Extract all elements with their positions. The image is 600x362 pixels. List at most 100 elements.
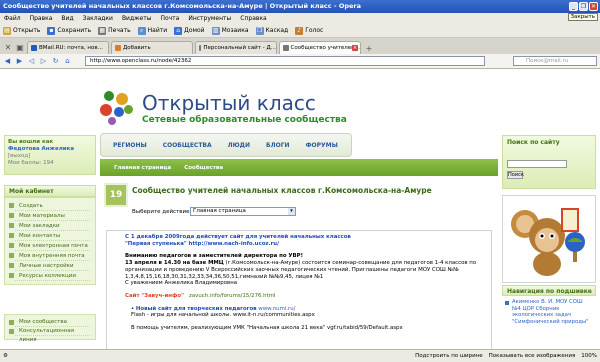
tile-icon: ▥ [211, 26, 220, 35]
reload-icon[interactable]: ↻ [51, 57, 60, 66]
zavuch-title: Сайт "Завуч-инфо" [125, 292, 184, 299]
logo-subtitle: Сетевые образовательные сообщества [142, 115, 347, 125]
nav-forums[interactable]: ФОРУМЫ [306, 142, 338, 149]
menu-tools[interactable]: Инструменты [188, 13, 231, 24]
save-icon: ▪ [47, 26, 56, 35]
print-label: Печать [108, 27, 131, 34]
article-line: Сайт "Завуч-инфо" zavuch.info/forums/15/… [125, 293, 485, 300]
window-controls: _ ❐ ✕ [569, 2, 598, 11]
menu-my-contacts[interactable]: Мои контакты [9, 231, 90, 241]
fast-forward-icon[interactable]: ▷ [39, 57, 48, 66]
subnav-home[interactable]: Главная страница [114, 165, 171, 171]
url-field[interactable]: http://www.openclass.ru/node/42362 [85, 56, 485, 66]
menu-mail[interactable]: Почта [160, 13, 179, 24]
window-title: Сообщество учителей начальных классов г.… [3, 2, 361, 10]
restore-button[interactable]: ❐ [579, 2, 588, 11]
tab-label: Добавить [123, 45, 151, 51]
search-field[interactable]: Поиск@mail.ru [513, 56, 597, 66]
nav-blogs[interactable]: БЛОГИ [266, 142, 290, 149]
menu-file[interactable]: Файл [4, 13, 21, 24]
navigation-heading: Навигация по подшивке [502, 285, 596, 296]
voice-icon: ♪ [295, 26, 304, 35]
user-points: Мои баллы: 194 [8, 160, 54, 166]
article-line: С 1 декабря 2009года действует сайт для … [125, 234, 351, 240]
menu-my-materials[interactable]: Мои материалы [9, 211, 90, 221]
article-signature: С уважением Анжелика Владимировна [125, 280, 238, 287]
menu-settings[interactable]: Личные настройки [9, 261, 90, 271]
menu-create[interactable]: Создать [9, 201, 90, 211]
numi-link[interactable]: www.numi.ru/ [258, 306, 295, 312]
zavuch-link[interactable]: zavuch.info/forums/15/276.html [189, 293, 275, 299]
forward-icon[interactable]: ▶ [15, 57, 24, 66]
site-top-nav: РЕГИОНЫ СООБЩЕСТВА ЛЮДИ БЛОГИ ФОРУМЫ [100, 133, 352, 157]
login-text: Вы вошли как [8, 139, 54, 145]
site-search-heading: Поиск по сайту [507, 139, 560, 146]
zoom-level[interactable]: 100% [581, 353, 597, 359]
menu-my-email[interactable]: Моя электронная почта [9, 241, 90, 251]
cabinet-menu: Создать Мои материалы Мои закладки Мои к… [4, 197, 96, 285]
nav-people[interactable]: ЛЮДИ [228, 142, 250, 149]
search-icon: ⌕ [137, 26, 146, 35]
site-logo[interactable]: Открытый класс Сетевые образовательные с… [90, 83, 350, 133]
tab-mail[interactable]: ВМаil.RU: почта, нов... [27, 41, 109, 54]
site-search-button[interactable]: Поиск [507, 171, 524, 179]
open-button[interactable]: ▤ Открыть [3, 26, 40, 35]
home-nav-icon[interactable]: ⌂ [63, 57, 72, 66]
voice-button[interactable]: ♪ Голос [295, 26, 324, 35]
tile-button[interactable]: ▥ Мозаика [211, 26, 249, 35]
menu-help[interactable]: Справка [240, 13, 266, 24]
tools-icon[interactable]: ✕ [3, 42, 13, 54]
cascade-button[interactable]: ❐ Каскад [255, 26, 289, 35]
rewind-icon[interactable]: ◁ [27, 57, 36, 66]
menu-my-communities[interactable]: Мои сообщества [9, 318, 90, 327]
menu-my-bookmarks[interactable]: Мои закладки [9, 221, 90, 231]
logo-balls-icon [100, 91, 136, 127]
site-search-input[interactable] [507, 160, 567, 168]
subnav-communities[interactable]: Сообщества [184, 165, 223, 171]
home-label: Домой [184, 27, 205, 34]
menu-bar: Файл Правка Вид Закладки Виджеты Почта И… [0, 13, 600, 24]
trash-icon[interactable]: ▣ [15, 42, 25, 54]
find-button[interactable]: ⌕ Найти [137, 26, 167, 35]
menu-view[interactable]: Вид [61, 13, 73, 24]
nav-communities[interactable]: СООБЩЕСТВА [163, 142, 212, 149]
menu-resources[interactable]: Ресурсы коллекции [9, 271, 90, 281]
user-name[interactable]: Федотова Анжелика [8, 146, 92, 153]
tab-add[interactable]: Добавить [111, 41, 193, 54]
navigation-link[interactable]: Акименко В. И. МОУ СОШ №4 ЦОР Сборник эк… [502, 296, 596, 325]
main-toolbar: ▤ Открыть ▪ Сохранить ▦ Печать ⌕ Найти ⌂ Домо… [0, 24, 600, 38]
logout-link[interactable]: [выход] [8, 153, 92, 160]
close-tab-icon[interactable]: × [352, 45, 358, 51]
address-bar: ◀ ▶ ◁ ▷ ↻ ⌂ http://www.openclass.ru/node… [0, 54, 600, 69]
cascade-label: Каскад [265, 27, 289, 34]
save-button[interactable]: ▪ Сохранить [47, 26, 92, 35]
tab-label: ВМаil.RU: почта, нов... [39, 45, 103, 51]
article-line: В помощь учителям, реализующим УМК "Нача… [131, 325, 403, 332]
close-button[interactable]: ✕ [589, 2, 598, 11]
cascade-icon: ❐ [255, 26, 264, 35]
new-tab-button[interactable]: + [363, 43, 375, 54]
print-button[interactable]: ▦ Печать [98, 26, 131, 35]
minimize-button[interactable]: _ [569, 2, 578, 11]
tab-community[interactable]: Сообщество учителей... × [279, 41, 361, 54]
action-select[interactable]: Главная страница [190, 207, 296, 216]
menu-widgets[interactable]: Виджеты [122, 13, 152, 24]
fit-width-toggle[interactable]: Подстроить по ширине [415, 353, 483, 359]
menu-my-internal-mail[interactable]: Моя внутренняя почта [9, 251, 90, 261]
printer-icon: ▦ [98, 26, 107, 35]
show-images-toggle[interactable]: Показывать все изображения [489, 353, 576, 359]
menu-bookmarks[interactable]: Закладки [83, 13, 113, 24]
save-label: Сохранить [57, 27, 92, 34]
menu-consult-line[interactable]: Консультационная линия [9, 327, 90, 343]
tab-bar: ✕ ▣ ВМаil.RU: почта, нов... Добавить Пер… [0, 38, 600, 54]
menu-edit[interactable]: Правка [30, 13, 53, 24]
nav-regions[interactable]: РЕГИОНЫ [113, 142, 147, 149]
back-icon[interactable]: ◀ [3, 57, 12, 66]
article-site-link[interactable]: "Первая ступенька" http://www.nach-info.… [125, 241, 485, 248]
page-favicon-icon [199, 45, 202, 51]
home-button[interactable]: ⌂ Домой [174, 26, 205, 35]
article-text: (г.Комсомольск-на-Амуре) состоится семин… [223, 260, 477, 267]
voice-label: Голос [305, 27, 324, 34]
article-line: организации и проведению V Всероссийских… [125, 266, 459, 273]
tab-personal-site[interactable]: Персональный сайт - Д... [195, 41, 277, 54]
